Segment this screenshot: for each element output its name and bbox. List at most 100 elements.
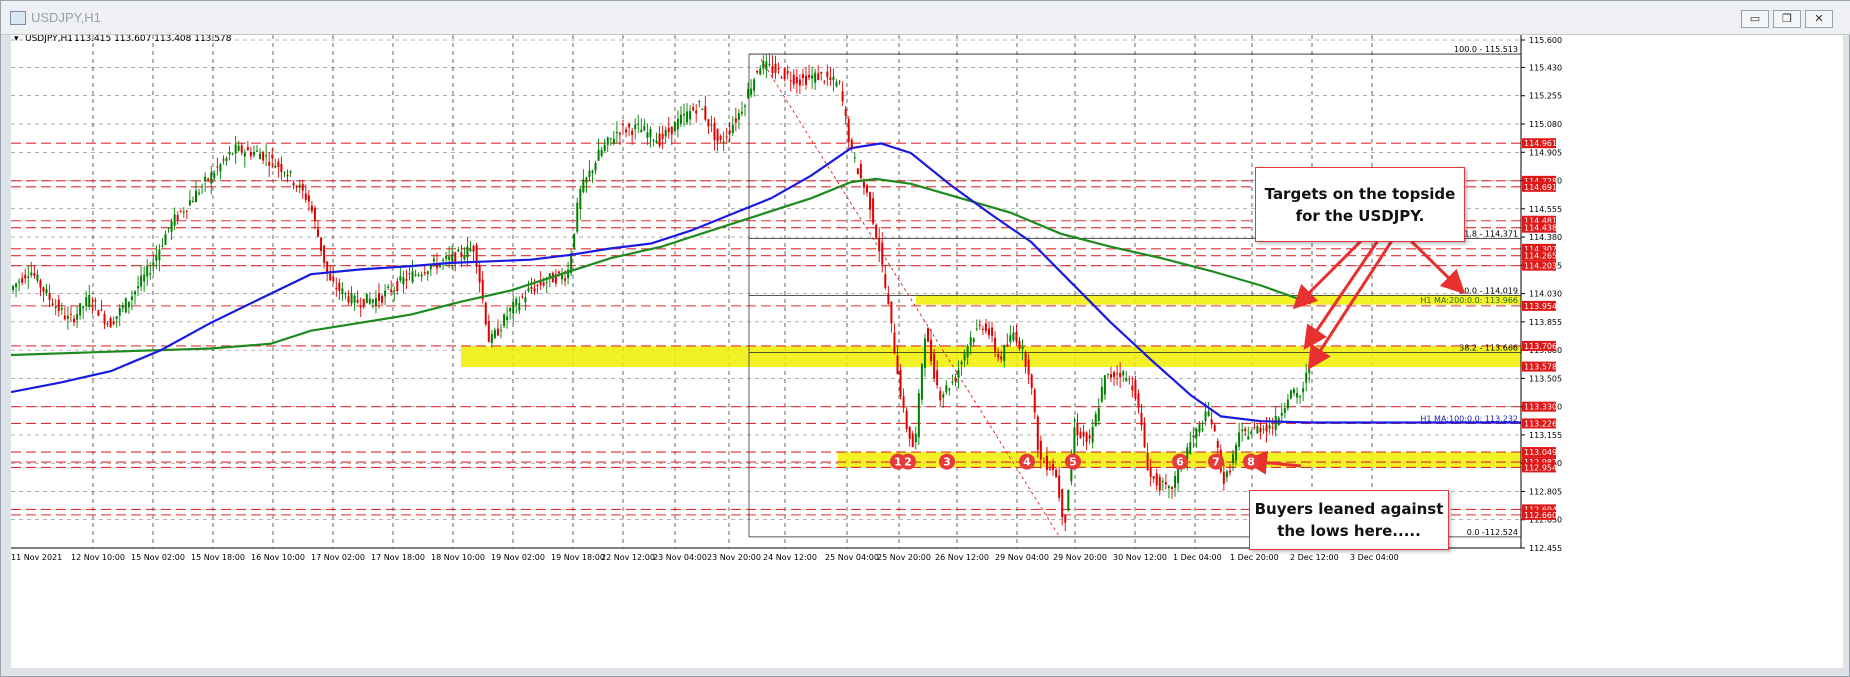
candle-body [1143,424,1146,448]
candle-body [1262,428,1265,430]
candle-body [923,338,926,368]
candle-body [875,224,878,238]
candle-body [326,261,329,273]
y-tick-label: 114.030 [1529,290,1562,299]
candle-body [759,68,762,75]
candle-body [737,113,740,120]
candle-body [1134,379,1137,399]
header-collapse-icon[interactable]: ▾ [14,34,19,44]
candle-body [1030,374,1033,388]
price-tag-label: 114.438 [1524,224,1557,233]
candle-body [911,433,914,448]
candle-body [393,290,396,292]
x-tick-label: 17 Nov 18:00 [371,553,425,562]
candle-body [1247,436,1250,440]
candle-body [256,150,258,152]
candle-body [988,328,990,336]
touch-marker-label: 3 [943,456,951,469]
chart-area[interactable]: 100.0 - 115.513 61.8 - 114.371 50.0 - 114.… [10,34,1843,668]
candle-body [216,166,219,168]
candle-body [832,76,835,81]
price-tag-label: 113.330 [1524,403,1557,412]
candle-body [798,79,801,86]
candle-body [15,283,18,288]
candle-body [30,272,33,276]
candle-body [1079,432,1082,439]
restore-button[interactable]: ❐ [1773,10,1801,28]
x-tick-label: 25 Nov 04:00 [825,553,879,562]
candle-body [603,144,606,151]
candle-body [451,253,454,262]
chart-symbol: USDJPY,H1 [25,35,73,44]
candle-body [1027,359,1030,375]
candle-body [756,70,759,73]
candle-body [146,266,149,277]
candle-body [536,284,539,286]
close-button[interactable]: ✕ [1805,10,1833,28]
buyers-callout: Buyers leaned against the lows here..... [1249,490,1449,550]
candle-body [1280,412,1283,416]
candle-body [27,276,30,279]
candle-body [1259,427,1262,433]
candle-body [1167,486,1170,489]
candle-body [170,221,173,232]
candle-body [957,369,960,378]
y-tick-label: 113.155 [1529,431,1562,440]
grid [11,35,1521,549]
candle-body [771,66,774,74]
candle-body [51,303,54,306]
candle-body [1213,425,1216,432]
candle-body [966,345,969,358]
price-tag-label: 112.954 [1524,463,1557,472]
candle-body [1058,475,1061,498]
chart-ohlc: 113.415 113.607 113.408 113.578 [74,35,232,44]
x-tick-label: 2 Dec 12:00 [1290,553,1339,562]
candle-body [1091,426,1094,443]
candle-body [594,162,597,171]
candle-body [823,81,826,83]
candle-body [63,315,66,320]
candle-body [490,334,493,343]
candle-body [323,245,326,263]
touch-marker-label: 5 [1069,456,1077,469]
candle-body [188,200,191,206]
candle-body [740,111,743,114]
candle-body [381,295,384,303]
candle-body [286,174,289,177]
candle-body [844,109,847,116]
candle-body [509,308,512,312]
candle-body [423,272,426,274]
candle-body [402,277,405,285]
candle-body [1161,481,1164,483]
candle-body [155,255,158,261]
candle-body [515,298,518,306]
candle-body [1061,489,1064,518]
price-tag-label: 112.660 [1524,511,1557,520]
candle-body [698,100,701,102]
candle-body [582,179,585,193]
candle-body [265,155,268,157]
candle-body [792,74,795,85]
candle-body [634,124,637,130]
candle-body [884,274,887,288]
candle-body [542,282,545,286]
candle-body [1106,373,1109,375]
touch-marker-label: 7 [1212,456,1220,469]
candle-body [1192,435,1195,437]
candle-body [1082,431,1085,437]
candle-body [1052,463,1055,471]
price-tag-label: 114.961 [1524,139,1557,148]
minimize-button[interactable]: ▭ [1741,10,1769,28]
x-tick-label: 1 Dec 20:00 [1230,553,1279,562]
candle-body [1253,427,1256,429]
candle-body [643,126,646,131]
candle-body [640,129,643,133]
candle-body [920,364,923,400]
x-tick-label: 25 Nov 20:00 [877,553,931,562]
candle-body [1152,476,1155,479]
candle-body [1003,345,1006,361]
candle-body [753,79,756,91]
candle-body [399,276,402,281]
candle-body [36,274,39,281]
candle-body [1033,389,1036,413]
